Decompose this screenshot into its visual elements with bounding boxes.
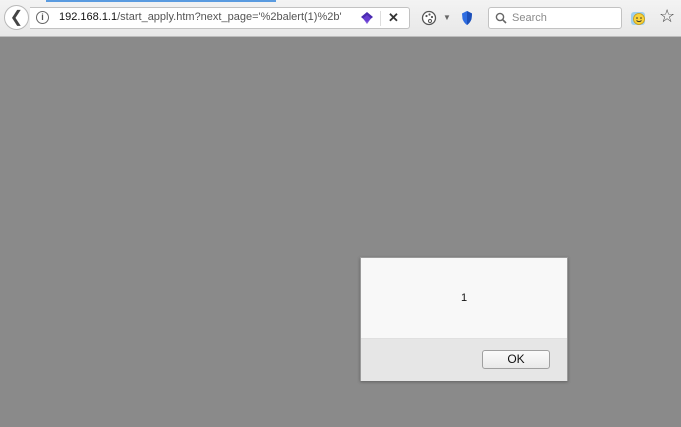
ok-button[interactable]: OK (482, 350, 550, 369)
url-path: /start_apply.htm?next_page='%2balert(1)%… (117, 11, 342, 23)
back-button[interactable]: ❮ (4, 5, 29, 30)
chevron-down-icon[interactable]: ▼ (443, 13, 451, 22)
blue-shield-icon[interactable] (460, 10, 474, 26)
url-bar[interactable]: i 192.168.1.1/start_apply.htm?next_page=… (30, 7, 410, 29)
search-icon (495, 12, 507, 24)
emoji-icon[interactable] (630, 9, 648, 27)
alert-dialog: 1 OK (360, 257, 568, 381)
url-separator (380, 11, 381, 26)
star-icon[interactable]: ☆ (659, 7, 675, 25)
alert-message: 1 (460, 292, 468, 304)
close-icon[interactable]: ✕ (388, 10, 399, 26)
active-tab-indicator (46, 0, 276, 2)
info-icon[interactable]: i (36, 11, 49, 24)
palette-icon[interactable] (421, 10, 437, 26)
search-placeholder: Search (512, 12, 547, 24)
url-host: 192.168.1.1 (59, 11, 118, 23)
back-arrow-icon: ❮ (9, 8, 24, 26)
search-input[interactable]: Search (488, 7, 622, 29)
url-text[interactable]: 192.168.1.1/start_apply.htm?next_page='%… (59, 11, 342, 23)
purple-layers-icon[interactable] (360, 11, 374, 25)
browser-toolbar: ❮ i 192.168.1.1/start_apply.htm?next_pag… (0, 0, 681, 37)
alert-dialog-footer: OK (361, 338, 567, 381)
